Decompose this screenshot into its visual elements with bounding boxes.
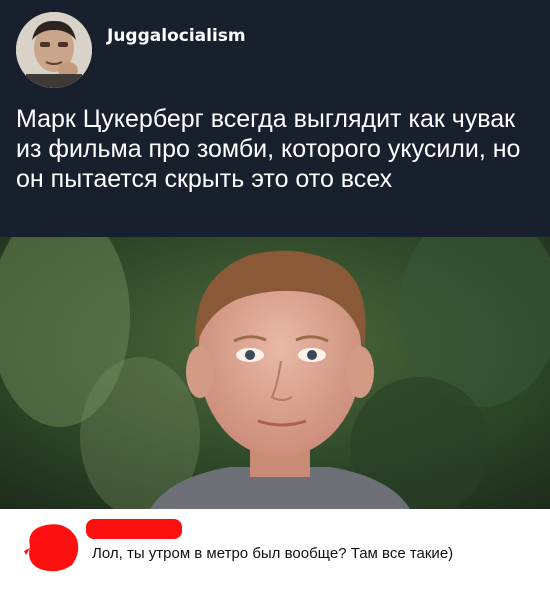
redacted-name <box>86 519 182 539</box>
portrait-photo <box>0 237 550 509</box>
user-avatar[interactable] <box>16 12 92 88</box>
post-text: Марк Цукерберг всегда выглядит как чувак… <box>16 105 521 193</box>
avatar-portrait-icon <box>16 12 92 88</box>
post-photo[interactable] <box>0 237 550 509</box>
comment-text: Лол, ты утром в метро был вообще? Там вс… <box>92 545 454 562</box>
tweet-card: Juggalocialism Марк Цукерберг всегда выг… <box>0 0 550 237</box>
redacted-avatar-icon <box>24 524 79 572</box>
username[interactable]: Juggalocialism <box>107 26 246 46</box>
